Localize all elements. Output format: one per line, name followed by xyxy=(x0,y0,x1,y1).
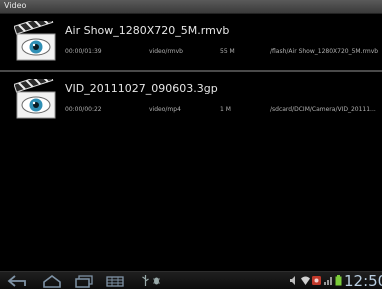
video-list-item[interactable]: VID_20111027_090603.3gp 00:00/00:22 vide… xyxy=(0,73,382,128)
video-size: 1 M xyxy=(220,106,231,113)
signal-icon xyxy=(324,277,332,285)
video-list-item[interactable]: Air Show_1280X720_5M.rmvb 00:00/01:39 vi… xyxy=(0,15,382,70)
recent-apps-icon[interactable] xyxy=(74,274,94,288)
recording-icon xyxy=(312,276,321,285)
volume-icon xyxy=(290,276,295,285)
menu-icon[interactable] xyxy=(105,274,125,288)
title-bar: Video xyxy=(0,0,382,14)
usb-icon xyxy=(142,275,149,286)
video-app: Video Air Show_1280X720_5M.rmvb 00:00/01… xyxy=(0,0,382,289)
video-thumbnail-icon xyxy=(14,79,56,119)
video-type: video/rmvb xyxy=(149,48,183,55)
video-size: 55 M xyxy=(220,48,235,55)
battery-icon xyxy=(335,275,342,286)
video-thumbnail-icon xyxy=(14,21,56,61)
row-divider xyxy=(0,70,382,72)
window-title: Video xyxy=(4,1,27,10)
debug-icon xyxy=(153,277,160,285)
video-title: VID_20111027_090603.3gp xyxy=(65,82,218,95)
back-icon[interactable] xyxy=(7,274,29,288)
video-type: video/mp4 xyxy=(149,106,181,113)
video-path: /flash/Air Show_1280X720_5M.rmvb xyxy=(270,48,379,55)
home-icon[interactable] xyxy=(42,274,62,288)
wifi-icon xyxy=(301,276,310,285)
video-path: /sdcard/DCIM/Camera/VID_20111... xyxy=(270,106,376,113)
clock: 12:50 xyxy=(344,272,382,289)
system-bar: 12:50 xyxy=(0,271,382,289)
video-title: Air Show_1280X720_5M.rmvb xyxy=(65,24,230,37)
video-duration: 00:00/01:39 xyxy=(65,48,102,55)
video-duration: 00:00/00:22 xyxy=(65,106,102,113)
